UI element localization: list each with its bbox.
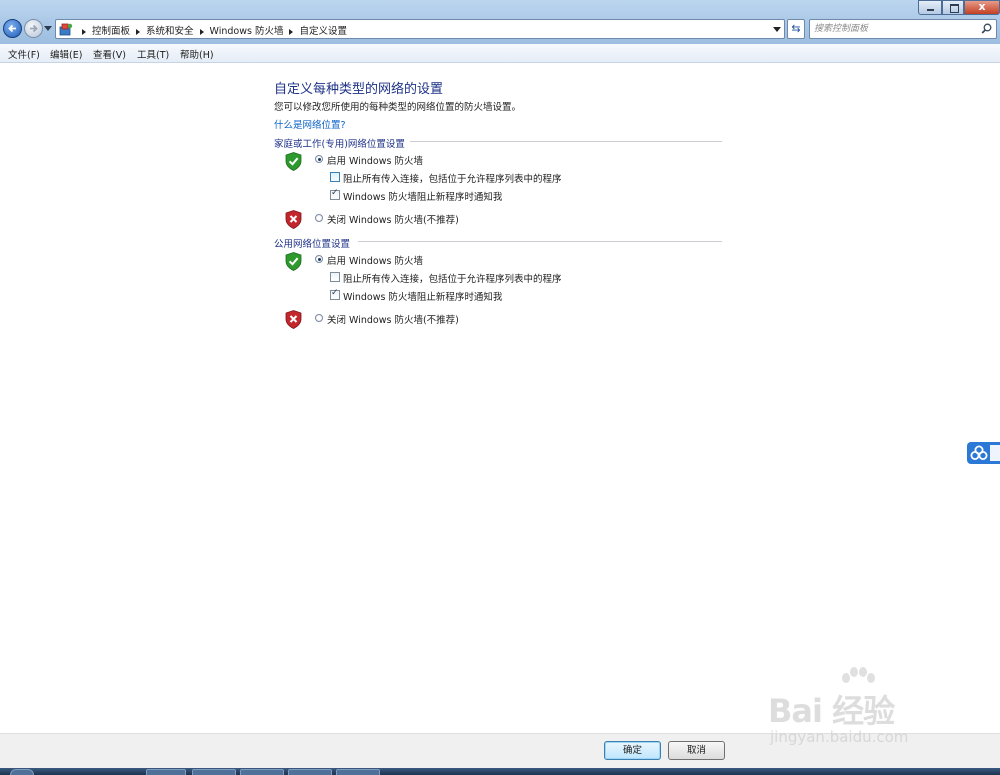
back-button[interactable] (3, 19, 22, 38)
network-location-help-link[interactable]: 什么是网络位置? (274, 117, 346, 131)
taskbar-item[interactable] (336, 769, 380, 775)
public-block-all-checkbox[interactable] (330, 272, 340, 282)
public-enable-radio[interactable] (315, 255, 323, 263)
chevron-right-icon[interactable] (199, 28, 204, 35)
address-dropdown-icon[interactable] (773, 27, 781, 32)
search-box[interactable] (809, 19, 997, 39)
search-input[interactable] (814, 21, 972, 36)
start-button[interactable] (10, 769, 34, 775)
chevron-right-icon[interactable] (136, 28, 141, 35)
baidu-jingyan-watermark: Bai 经验 jingyan.baidu.com (768, 664, 946, 756)
cloud-side-tab[interactable] (967, 442, 1000, 464)
shield-check-icon (285, 152, 302, 171)
private-network-heading: 家庭或工作(专用)网络位置设置 (274, 139, 405, 150)
divider (358, 241, 722, 242)
forward-button[interactable] (24, 19, 43, 38)
shield-x-icon (285, 210, 302, 229)
public-network-heading: 公用网络位置设置 (274, 239, 351, 250)
breadcrumb: 控制面板 系统和安全 Windows 防火墙 自定义设置 (76, 23, 347, 37)
breadcrumb-item[interactable]: 系统和安全 (146, 26, 194, 37)
chevron-right-icon (82, 28, 86, 35)
public-disable-radio[interactable] (315, 314, 323, 322)
breadcrumb-item[interactable]: 控制面板 (92, 26, 130, 37)
menu-tools[interactable]: 工具(T) (137, 47, 169, 61)
menu-help[interactable]: 帮助(H) (180, 47, 214, 61)
private-notify-checkbox[interactable] (330, 188, 340, 200)
refresh-icon: ⇆ (791, 22, 801, 35)
arrow-right-icon (30, 24, 38, 33)
public-disable-label[interactable]: 关闭 Windows 防火墙(不推荐) (327, 312, 459, 326)
shield-check-icon (285, 252, 302, 271)
control-panel-icon (59, 23, 73, 36)
taskbar-item[interactable] (146, 769, 186, 775)
watermark-brand: Bai 经验 (768, 692, 895, 730)
close-button[interactable]: x (964, 0, 1000, 15)
page-title: 自定义每种类型的网络的设置 (274, 82, 444, 97)
cancel-button[interactable]: 取消 (668, 741, 725, 760)
search-icon[interactable] (981, 23, 992, 34)
menu-file[interactable]: 文件(F) (8, 47, 40, 61)
breadcrumb-item[interactable]: 自定义设置 (299, 26, 347, 37)
refresh-button[interactable]: ⇆ (787, 19, 805, 39)
side-tab-panel (990, 445, 1000, 461)
arrow-left-icon (8, 24, 16, 33)
taskbar-item[interactable] (240, 769, 284, 775)
private-notify-label[interactable]: Windows 防火墙阻止新程序时通知我 (343, 189, 502, 203)
breadcrumb-item[interactable]: Windows 防火墙 (210, 26, 284, 37)
private-enable-radio[interactable] (315, 155, 323, 163)
close-icon: x (978, 0, 986, 13)
menu-bar: 文件(F) 编辑(E) 查看(V) 工具(T) 帮助(H) (0, 44, 1000, 63)
divider (410, 141, 722, 142)
address-bar[interactable]: 控制面板 系统和安全 Windows 防火墙 自定义设置 (55, 19, 785, 39)
ok-button[interactable]: 确定 (604, 741, 661, 760)
public-block-all-label[interactable]: 阻止所有传入连接，包括位于允许程序列表中的程序 (343, 271, 562, 285)
public-notify-checkbox[interactable] (330, 288, 340, 300)
private-disable-label[interactable]: 关闭 Windows 防火墙(不推荐) (327, 212, 459, 226)
title-bar: x 控制面板 系统和安全 Windows 防火墙 自定义设置 ⇆ (0, 0, 1000, 44)
menu-edit[interactable]: 编辑(E) (50, 47, 82, 61)
maximize-button[interactable] (942, 0, 964, 15)
taskbar-item[interactable] (288, 769, 332, 775)
cloud-icon (970, 445, 988, 460)
recent-pages-dropdown[interactable] (44, 26, 52, 31)
public-enable-label[interactable]: 启用 Windows 防火墙 (327, 253, 423, 267)
private-enable-label[interactable]: 启用 Windows 防火墙 (327, 153, 423, 167)
shield-x-icon (285, 310, 302, 329)
menu-view[interactable]: 查看(V) (93, 47, 126, 61)
taskbar-item[interactable] (192, 769, 236, 775)
chevron-right-icon[interactable] (289, 28, 294, 35)
watermark-url: jingyan.baidu.com (770, 728, 909, 746)
page-description: 您可以修改您所使用的每种类型的网络位置的防火墙设置。 (274, 102, 522, 113)
private-block-all-label[interactable]: 阻止所有传入连接，包括位于允许程序列表中的程序 (343, 171, 562, 185)
minimize-button[interactable] (918, 0, 942, 15)
public-notify-label[interactable]: Windows 防火墙阻止新程序时通知我 (343, 289, 502, 303)
private-block-all-checkbox[interactable] (330, 172, 340, 182)
private-disable-radio[interactable] (315, 214, 323, 222)
